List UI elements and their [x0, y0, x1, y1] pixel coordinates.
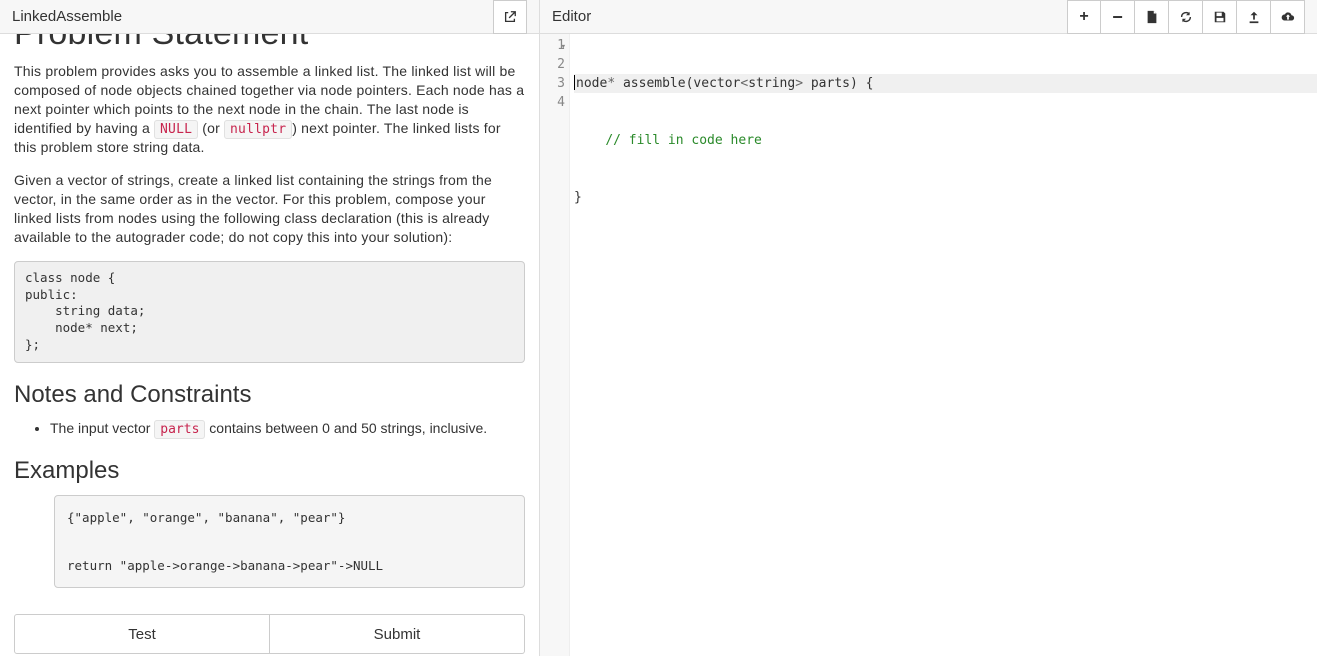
action-buttons: Test Submit [14, 614, 525, 654]
external-link-icon [503, 10, 517, 24]
code-nullptr: nullptr [224, 120, 292, 139]
gutter-line: 1▾ [540, 36, 565, 55]
new-file-button[interactable] [1135, 0, 1169, 34]
note-item: The input vector parts contains between … [50, 419, 525, 439]
zoom-out-button[interactable]: − [1101, 0, 1135, 34]
editor-header: Editor + − [540, 0, 1317, 34]
problem-pane: LinkedAssemble Problem Statement This pr… [0, 0, 540, 656]
editor-title: Editor [552, 8, 591, 25]
test-button[interactable]: Test [14, 614, 270, 654]
save-icon [1213, 10, 1227, 24]
text-cursor [574, 75, 575, 90]
submit-button[interactable]: Submit [270, 614, 525, 654]
open-external-button[interactable] [493, 0, 527, 34]
class-declaration-code: class node { public: string data; node* … [14, 261, 525, 363]
problem-para-1: This problem provides asks you to assemb… [14, 62, 525, 157]
problem-text: This problem provides asks you to assemb… [14, 62, 525, 247]
code-line: node* assemble(vector<string> parts) { [574, 74, 1317, 93]
gutter-line: 4 [540, 93, 565, 112]
gutter-line: 3 [540, 74, 565, 93]
editor-toolbar: + − [1067, 0, 1305, 34]
save-button[interactable] [1203, 0, 1237, 34]
code-line [574, 245, 1317, 264]
zoom-in-button[interactable]: + [1067, 0, 1101, 34]
problem-header: LinkedAssemble [0, 0, 539, 34]
code-null: NULL [154, 120, 198, 139]
line-gutter: 1▾ 2 3 4 [540, 34, 570, 656]
notes-heading: Notes and Constraints [14, 381, 525, 409]
code-line: } [574, 188, 1317, 207]
examples-heading: Examples [14, 457, 525, 485]
file-icon [1145, 10, 1159, 24]
refresh-icon [1179, 10, 1193, 24]
plus-icon: + [1079, 9, 1088, 25]
code-parts: parts [154, 420, 205, 439]
code-line: // fill in code here [574, 131, 1317, 150]
upload-icon [1247, 10, 1261, 24]
editor-pane: Editor + − [540, 0, 1317, 656]
gutter-line: 2 [540, 55, 565, 74]
example-block: {"apple", "orange", "banana", "pear"} re… [54, 495, 525, 588]
code-area[interactable]: node* assemble(vector<string> parts) { /… [570, 34, 1317, 656]
minus-icon: − [1112, 8, 1123, 26]
notes-list: The input vector parts contains between … [14, 419, 525, 439]
problem-body[interactable]: Problem Statement This problem provides … [0, 34, 539, 656]
cloud-upload-icon [1281, 10, 1295, 24]
cloud-upload-button[interactable] [1271, 0, 1305, 34]
code-editor[interactable]: 1▾ 2 3 4 node* assemble(vector<string> p… [540, 34, 1317, 656]
refresh-button[interactable] [1169, 0, 1203, 34]
problem-para-2: Given a vector of strings, create a link… [14, 171, 525, 247]
problem-statement-heading: Problem Statement [14, 34, 525, 50]
problem-title: LinkedAssemble [12, 8, 122, 25]
upload-button[interactable] [1237, 0, 1271, 34]
